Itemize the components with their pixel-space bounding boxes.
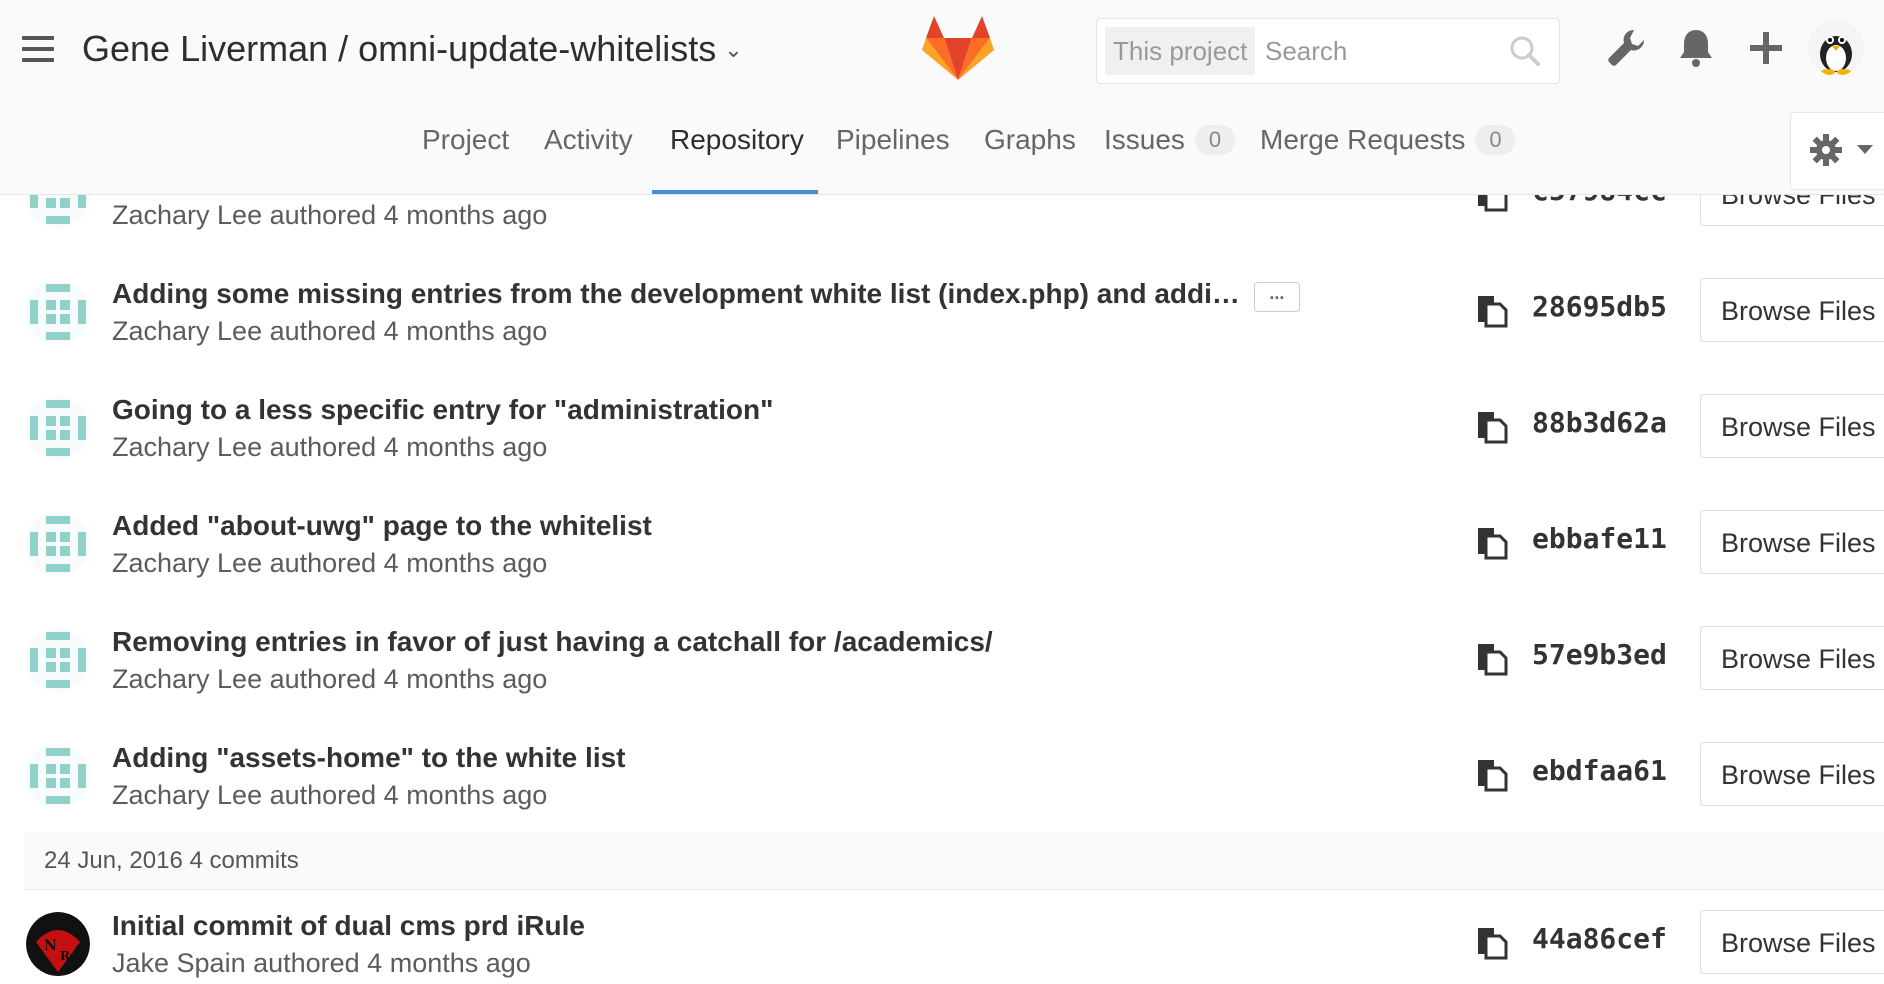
clipboard-icon[interactable] (1476, 410, 1508, 444)
commit-row[interactable]: Adding some missing entries from the dev… (24, 252, 1884, 369)
commit-title[interactable]: Initial commit of dual cms prd iRule (112, 910, 585, 942)
browse-files-button[interactable]: Browse Files (1700, 742, 1884, 806)
tab-pipelines[interactable]: Pipelines (836, 124, 950, 156)
clipboard-icon[interactable] (1476, 758, 1508, 792)
browse-files-button[interactable]: Browse Files (1700, 910, 1884, 974)
commit-row[interactable]: Zachary Lee authored 4 months ago c57984… (24, 194, 1884, 253)
svg-text:R: R (60, 949, 71, 963)
wrench-icon[interactable] (1604, 26, 1648, 70)
caret-down-icon (1857, 145, 1873, 154)
avatar (26, 512, 90, 576)
commits-list: Zachary Lee authored 4 months ago c57984… (24, 194, 1884, 984)
identicon-icon (26, 396, 90, 460)
commit-title[interactable]: Going to a less specific entry for "admi… (112, 394, 773, 426)
hamburger-icon[interactable] (22, 36, 54, 62)
avatar (26, 194, 90, 228)
commit-author-line: Jake Spain authored 4 months ago (112, 948, 531, 978)
active-tab-indicator (652, 190, 818, 194)
identicon-icon (26, 628, 90, 692)
commit-sha-link[interactable]: 28695db5 (1532, 290, 1667, 323)
search-scope-badge[interactable]: This project (1105, 27, 1256, 75)
avatar (26, 744, 90, 808)
commit-row[interactable]: N R Initial commit of dual cms prd iRule… (24, 890, 1884, 984)
browse-files-button[interactable]: Browse Files (1700, 278, 1884, 342)
search-icon[interactable] (1509, 35, 1541, 67)
day-group-header: 24 Jun, 2016 4 commits (24, 832, 1884, 890)
commit-sha-link[interactable]: ebbafe11 (1532, 522, 1667, 555)
plus-icon[interactable] (1744, 26, 1788, 70)
clipboard-icon[interactable] (1476, 194, 1508, 212)
avatar (26, 280, 90, 344)
clipboard-icon[interactable] (1476, 926, 1508, 960)
avatar (26, 628, 90, 692)
commit-title[interactable]: Added "about-uwg" page to the whitelist (112, 510, 652, 542)
clipboard-icon[interactable] (1476, 526, 1508, 560)
settings-dropdown-button[interactable] (1790, 112, 1884, 190)
identicon-icon (26, 194, 90, 228)
bell-icon[interactable] (1674, 26, 1718, 70)
commit-author-line: Zachary Lee authored 4 months ago (112, 780, 548, 810)
tab-graphs[interactable]: Graphs (984, 124, 1076, 156)
penguin-avatar-icon (1808, 20, 1864, 76)
tab-repository[interactable]: Repository (670, 124, 804, 156)
commit-row[interactable]: Going to a less specific entry for "admi… (24, 368, 1884, 485)
commit-row[interactable]: Removing entries in favor of just having… (24, 600, 1884, 717)
tab-issues[interactable]: Issues 0 (1104, 124, 1235, 156)
browse-files-button[interactable]: Browse Files (1700, 626, 1884, 690)
search-box[interactable]: This project Search (1096, 18, 1560, 84)
commit-sha-link[interactable]: 44a86cef (1532, 922, 1667, 955)
tab-merge-requests[interactable]: Merge Requests 0 (1260, 124, 1516, 156)
browse-files-button[interactable]: Browse Files (1700, 194, 1884, 226)
expand-description-button[interactable]: ... (1253, 282, 1300, 312)
identicon-icon (26, 280, 90, 344)
search-input[interactable]: Search (1265, 27, 1347, 75)
tab-activity-label[interactable]: Activity (544, 124, 633, 155)
commit-sha-link[interactable]: ebdfaa61 (1532, 754, 1667, 787)
commit-row[interactable]: Added "about-uwg" page to the whitelist … (24, 484, 1884, 601)
commit-title[interactable]: Removing entries in favor of just having… (112, 626, 993, 658)
browse-files-button[interactable]: Browse Files (1700, 510, 1884, 574)
commit-title[interactable]: Adding "assets-home" to the white list (112, 742, 626, 774)
merge-requests-count-badge: 0 (1475, 125, 1516, 155)
nerv-logo-avatar-icon: N R (26, 912, 90, 976)
commit-author-line: Zachary Lee authored 4 months ago (112, 316, 548, 346)
gear-icon (1810, 134, 1842, 166)
svg-text:N: N (44, 938, 57, 954)
tab-project-label[interactable]: Project (422, 124, 509, 155)
issues-count-badge: 0 (1194, 125, 1235, 155)
gitlab-logo-icon[interactable] (922, 16, 994, 82)
commit-author-line: Zachary Lee authored 4 months ago (112, 664, 548, 694)
commit-author-line: Zachary Lee authored 4 months ago (112, 200, 548, 230)
top-navbar: Gene Liverman / omni-update-whitelists ⌄ … (0, 0, 1884, 195)
tab-activity[interactable]: Activity (544, 124, 633, 156)
clipboard-icon[interactable] (1476, 294, 1508, 328)
browse-files-button[interactable]: Browse Files (1700, 394, 1884, 458)
commit-title-text[interactable]: Adding some missing entries from the dev… (112, 278, 1240, 309)
tab-issues-label[interactable]: Issues (1104, 124, 1185, 155)
tab-pipelines-label[interactable]: Pipelines (836, 124, 950, 155)
tab-graphs-label[interactable]: Graphs (984, 124, 1076, 155)
commit-author-line: Zachary Lee authored 4 months ago (112, 432, 548, 462)
project-tabs: Project Activity Repository Pipelines Gr… (0, 110, 1884, 194)
avatar (26, 396, 90, 460)
tab-merge-requests-label[interactable]: Merge Requests (1260, 124, 1465, 155)
chevron-down-icon[interactable]: ⌄ (724, 37, 742, 62)
commit-sha-link[interactable]: 88b3d62a (1532, 406, 1667, 439)
commit-author-line: Zachary Lee authored 4 months ago (112, 548, 548, 578)
commit-sha-link[interactable]: c57984cc (1532, 194, 1667, 207)
avatar: N R (26, 912, 90, 976)
clipboard-icon[interactable] (1476, 642, 1508, 676)
commit-sha-link[interactable]: 57e9b3ed (1532, 638, 1667, 671)
user-avatar[interactable] (1808, 20, 1864, 76)
tab-repository-label[interactable]: Repository (670, 124, 804, 155)
commit-title[interactable]: Adding some missing entries from the dev… (112, 278, 1300, 312)
identicon-icon (26, 512, 90, 576)
commit-row[interactable]: Adding "assets-home" to the white list Z… (24, 716, 1884, 833)
project-title[interactable]: Gene Liverman / omni-update-whitelists ⌄ (82, 28, 743, 70)
identicon-icon (26, 744, 90, 808)
project-title-text[interactable]: Gene Liverman / omni-update-whitelists (82, 28, 716, 69)
tab-project[interactable]: Project (422, 124, 509, 156)
